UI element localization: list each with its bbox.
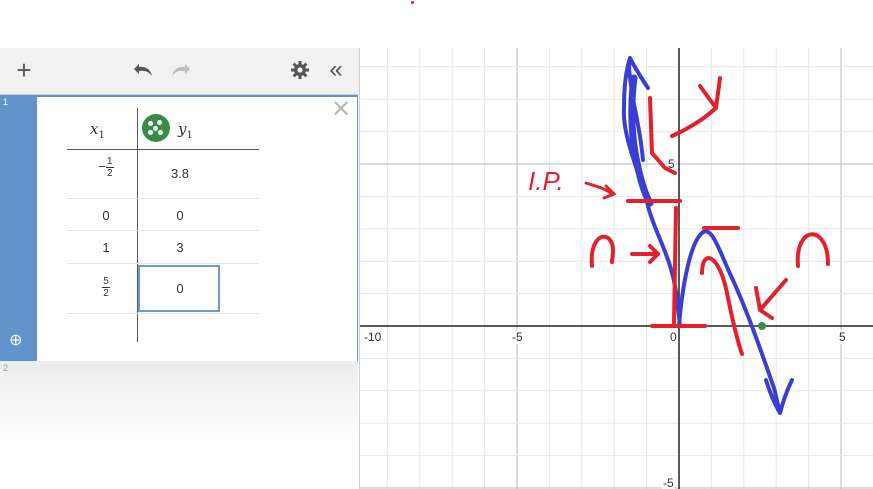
red-bracket <box>672 206 678 325</box>
stray-dot <box>411 1 414 4</box>
table-expression-box <box>37 95 358 361</box>
expression-item-2[interactable]: 2 <box>0 361 358 461</box>
table-cell-x[interactable]: −1 2 <box>86 156 126 179</box>
column-header-x[interactable]: x1 <box>90 120 105 141</box>
graph-paper[interactable]: -10 -5 0 5 5 -5 I.P. <box>360 48 873 489</box>
top-strip <box>0 0 873 48</box>
red-arrow-top <box>670 76 722 138</box>
double-chevron-left-icon[interactable]: « <box>322 56 350 84</box>
zoom-fit-icon[interactable]: ⊕ <box>9 330 22 350</box>
table-cell-x[interactable]: 1 <box>86 240 126 255</box>
red-arrow-ip <box>584 181 617 200</box>
table-cell-y[interactable]: 3 <box>140 240 220 255</box>
expression-toolbar: + « <box>0 48 359 95</box>
row-divider <box>67 313 259 314</box>
header-divider <box>67 149 259 150</box>
table-cell-y[interactable]: 0 <box>140 208 220 223</box>
table-cell-y[interactable]: 3.8 <box>140 166 220 181</box>
table-cell-y[interactable]: 0 <box>140 281 220 296</box>
redo-icon[interactable] <box>166 56 194 84</box>
red-arrow-mid <box>630 244 660 264</box>
row-divider <box>67 198 259 199</box>
ip-label: I.P. <box>528 166 564 196</box>
ink-annotations: I.P. <box>528 56 830 415</box>
table-cell-x[interactable]: 52 <box>86 276 126 299</box>
red-hump <box>700 256 744 356</box>
table-cell-x[interactable]: 0 <box>86 208 126 223</box>
expression-index: 1 <box>3 97 9 107</box>
plus-icon[interactable]: + <box>10 55 38 85</box>
gear-icon[interactable] <box>286 56 314 84</box>
red-arrow-bottom <box>754 278 788 320</box>
close-icon[interactable]: ✕ <box>331 98 351 122</box>
row-divider <box>67 230 259 231</box>
red-concave-top-right <box>795 232 830 268</box>
expression-index: 2 <box>3 363 9 373</box>
point-style-icon[interactable] <box>142 114 170 142</box>
red-concave-down <box>589 234 615 268</box>
data-point <box>758 322 766 330</box>
undo-icon[interactable] <box>130 56 158 84</box>
row-divider <box>67 263 259 264</box>
expression-sidebar[interactable]: 1 ⊕ <box>0 95 37 361</box>
column-header-y[interactable]: y1 <box>178 120 193 141</box>
